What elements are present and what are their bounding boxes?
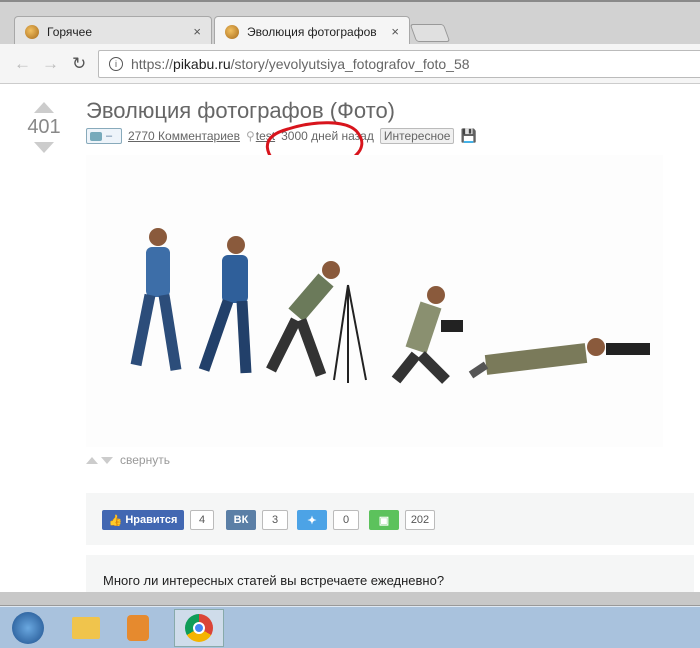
info-icon[interactable]: i xyxy=(109,57,123,71)
vk-icon: ВК xyxy=(233,514,249,526)
forward-icon[interactable]: → xyxy=(42,54,59,74)
photographer-figure xyxy=(130,228,182,371)
new-tab-button[interactable] xyxy=(409,24,451,42)
photographer-figure xyxy=(391,286,463,384)
chrome-icon xyxy=(185,614,213,642)
vk-count: 3 xyxy=(262,510,288,530)
twitter-bird-icon: ✦ xyxy=(307,514,317,527)
author-link[interactable]: test xyxy=(256,129,275,143)
rating: 401 xyxy=(27,116,61,138)
tab-title: Эволюция фотографов xyxy=(247,24,377,39)
twitter-share-button[interactable]: ✦ xyxy=(297,510,327,530)
fb-label: Нравится xyxy=(125,514,178,526)
url-scheme: https:// xyxy=(131,56,174,72)
tab-title: Горячее xyxy=(47,24,93,39)
share-panel: 👍 Нравится 4 ВК 3 ✦ 0 ▣ 202 xyxy=(86,493,694,545)
tag-button[interactable]: Интересное xyxy=(379,128,455,144)
poll-question: Много ли интересных статей вы встречаете… xyxy=(103,573,445,588)
photographer-figure xyxy=(198,236,252,374)
save-count: 202 xyxy=(405,510,435,530)
tab-close-icon[interactable]: × xyxy=(193,24,201,39)
user-icon: ⚲ xyxy=(245,129,255,143)
pikabu-favicon-icon xyxy=(225,24,239,39)
post-meta: – 2770 Комментариев ⚲ test 3000 дней наз… xyxy=(86,128,477,144)
url-input[interactable]: i https://pikabu.ru/story/yevolyutsiya_f… xyxy=(98,50,700,78)
photographer-figure xyxy=(266,261,367,383)
arrow-down-icon xyxy=(101,456,113,464)
facebook-like-button[interactable]: 👍 Нравится xyxy=(102,510,184,530)
tab-bar: Горячее × Эволюция фотографов × xyxy=(0,0,700,46)
photo-badge-text: – xyxy=(106,130,113,142)
horizontal-scrollbar[interactable] xyxy=(0,592,700,606)
twitter-count: 0 xyxy=(333,510,359,530)
windows-taskbar xyxy=(0,606,700,648)
pikabu-favicon-icon xyxy=(25,24,39,39)
address-bar-row: ← → ↻ i https://pikabu.ru/story/yevolyut… xyxy=(0,44,700,84)
arrow-up-icon xyxy=(86,456,98,464)
url-domain: pikabu.ru xyxy=(173,56,231,72)
vk-share-button[interactable]: ВК xyxy=(226,510,256,530)
chrome-taskbar-button[interactable] xyxy=(174,609,224,647)
post-title[interactable]: Эволюция фотографов (Фото) xyxy=(86,98,395,124)
save-share-button[interactable]: ▣ xyxy=(369,510,399,530)
windows-logo-icon xyxy=(12,612,44,644)
vote-widget: 401 xyxy=(24,102,64,153)
reload-icon[interactable]: ↻ xyxy=(72,54,86,74)
back-icon[interactable]: ← xyxy=(14,54,31,74)
post-image[interactable] xyxy=(86,155,663,447)
tab-evolution[interactable]: Эволюция фотографов × xyxy=(214,16,410,46)
folder-icon xyxy=(72,617,100,639)
tab-close-icon[interactable]: × xyxy=(391,24,399,39)
start-button[interactable] xyxy=(6,609,50,647)
media-player-icon xyxy=(127,615,149,641)
downvote-icon[interactable] xyxy=(34,142,54,153)
url-path: /story/yevolyutsiya_fotografov_foto_58 xyxy=(230,56,470,72)
poll-block: Много ли интересных статей вы встречаете… xyxy=(86,555,694,595)
collapse-label: свернуть xyxy=(120,453,170,467)
post-time: 3000 дней назад xyxy=(281,129,374,143)
floppy-icon: ▣ xyxy=(378,514,390,527)
camera-icon xyxy=(90,131,102,141)
media-player-taskbar-button[interactable] xyxy=(116,609,160,647)
tab-hot[interactable]: Горячее × xyxy=(14,16,212,46)
photographer-figure xyxy=(468,338,650,379)
explorer-taskbar-button[interactable] xyxy=(64,609,108,647)
fb-count: 4 xyxy=(190,510,214,530)
collapse-toggle[interactable]: свернуть xyxy=(86,453,170,467)
save-icon[interactable]: 💾 xyxy=(460,128,476,144)
upvote-icon[interactable] xyxy=(34,102,54,113)
comments-link[interactable]: 2770 Комментариев xyxy=(128,129,240,143)
photo-badge: – xyxy=(86,128,122,144)
